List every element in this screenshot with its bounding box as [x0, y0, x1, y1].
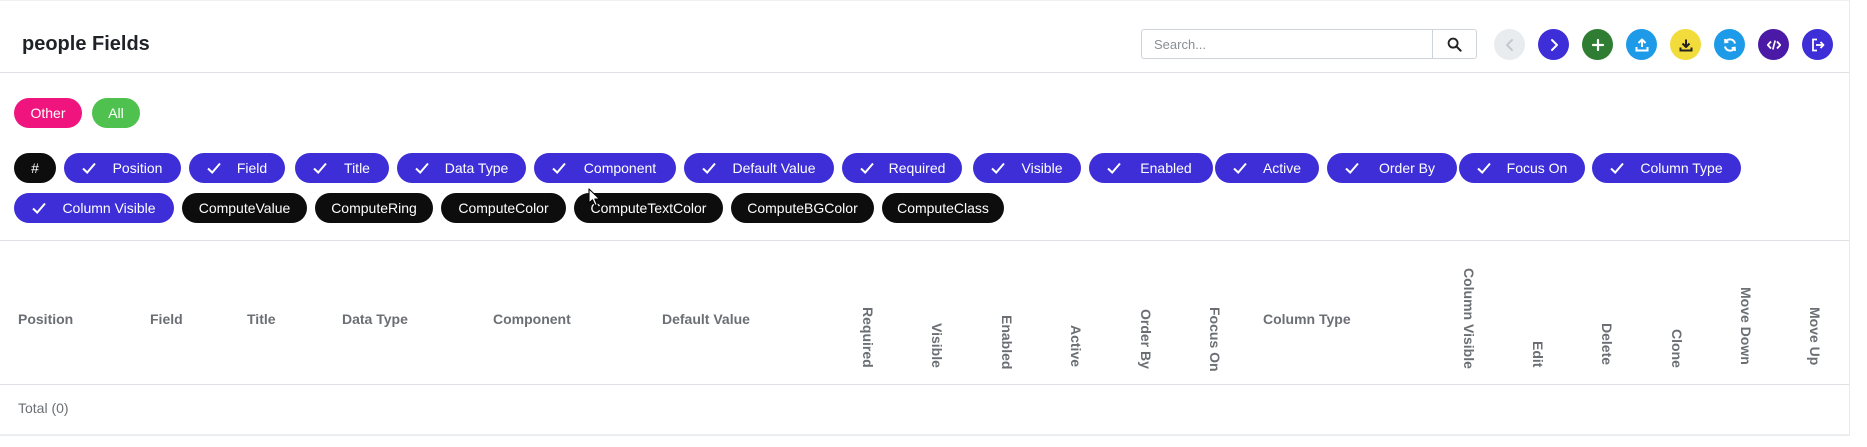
check-icon	[860, 162, 874, 174]
column-toggle-label: Column Visible	[62, 200, 156, 216]
search-button[interactable]	[1432, 29, 1477, 59]
column-toggle-label: Component	[583, 160, 657, 176]
column-header-visible[interactable]: Visible	[929, 323, 945, 368]
filter-other-button[interactable]: Other	[14, 98, 82, 128]
column-toggle-active[interactable]: Active	[1215, 153, 1319, 183]
column-toggle-compute-value[interactable]: ComputeValue	[182, 193, 307, 223]
column-toggle-focus-on[interactable]: Focus On	[1459, 153, 1585, 183]
column-header-move-down[interactable]: Move Down	[1738, 287, 1754, 365]
column-toggle-label: Required	[888, 160, 946, 176]
page-header: people Fields	[0, 0, 1849, 73]
plus-icon	[1591, 38, 1604, 51]
column-header-column-visible[interactable]: Column Visible	[1461, 268, 1477, 369]
column-header-position[interactable]: Position	[18, 311, 73, 327]
column-toggle-compute-class[interactable]: ComputeClass	[882, 193, 1004, 223]
code-icon	[1766, 39, 1781, 50]
search-icon	[1447, 37, 1462, 52]
check-icon	[1345, 162, 1359, 174]
column-toggle-data-type[interactable]: Data Type	[397, 153, 526, 183]
column-header-edit[interactable]: Edit	[1530, 341, 1546, 367]
column-toggle-label: Enabled	[1140, 160, 1192, 176]
column-toggle-compute-bg-color[interactable]: ComputeBGColor	[731, 193, 874, 223]
column-toggle-column-visible[interactable]: Column Visible	[14, 193, 174, 223]
column-toggle-hash[interactable]: #	[14, 153, 56, 183]
column-header-field[interactable]: Field	[150, 311, 183, 327]
check-icon	[1610, 162, 1624, 174]
upload-icon	[1635, 38, 1648, 51]
column-toggle-label: Position	[112, 160, 163, 176]
column-toggle-field[interactable]: Field	[189, 153, 285, 183]
column-toggle-label: Field	[236, 160, 268, 176]
column-toggle-label: Column Type	[1640, 160, 1723, 176]
page-title: people Fields	[22, 33, 150, 55]
column-header-required[interactable]: Required	[860, 307, 876, 368]
upload-button[interactable]	[1626, 29, 1657, 60]
column-toggle-label: Order By	[1378, 160, 1435, 176]
column-header-default-value[interactable]: Default Value	[662, 311, 750, 327]
column-toggle-label: Focus On	[1506, 160, 1568, 176]
column-toggle-required[interactable]: Required	[842, 153, 962, 183]
search-input[interactable]	[1141, 29, 1432, 59]
check-icon	[207, 162, 221, 174]
prev-button[interactable]	[1494, 29, 1525, 60]
column-header-focus-on[interactable]: Focus On	[1207, 307, 1223, 372]
column-toggle-title[interactable]: Title	[295, 153, 389, 183]
column-header-clone[interactable]: Clone	[1669, 329, 1685, 368]
chevron-right-icon	[1550, 38, 1558, 51]
chevron-left-icon	[1505, 38, 1513, 51]
column-header-move-up[interactable]: Move Up	[1807, 307, 1823, 365]
sign-out-icon	[1811, 38, 1824, 51]
mouse-cursor-icon	[588, 188, 601, 207]
check-icon	[552, 162, 566, 174]
column-header-enabled[interactable]: Enabled	[999, 315, 1015, 369]
column-toggle-label: Default Value	[732, 160, 816, 176]
next-button[interactable]	[1538, 29, 1569, 60]
check-icon	[1107, 162, 1121, 174]
check-icon	[1233, 162, 1247, 174]
search-group	[1141, 29, 1477, 59]
check-icon	[702, 162, 716, 174]
check-icon	[82, 162, 96, 174]
download-icon	[1679, 39, 1692, 51]
column-toggle-visible[interactable]: Visible	[973, 153, 1081, 183]
column-header-active[interactable]: Active	[1068, 325, 1084, 367]
column-toggle-label: Visible	[1021, 160, 1063, 176]
table-header-divider	[0, 384, 1849, 385]
column-toggle-label: Title	[344, 160, 370, 176]
table-footer-divider	[0, 434, 1849, 435]
code-button[interactable]	[1758, 29, 1789, 60]
check-icon	[32, 202, 46, 214]
column-toggle-enabled[interactable]: Enabled	[1089, 153, 1213, 183]
column-header-component[interactable]: Component	[493, 311, 571, 327]
column-header-title[interactable]: Title	[247, 311, 276, 327]
column-header-order-by[interactable]: Order By	[1138, 309, 1154, 369]
check-icon	[991, 162, 1005, 174]
column-toggle-label: Data Type	[444, 160, 509, 176]
refresh-icon	[1723, 37, 1736, 52]
column-header-data-type[interactable]: Data Type	[342, 311, 408, 327]
column-toggle-compute-color[interactable]: ComputeColor	[441, 193, 566, 223]
download-button[interactable]	[1670, 29, 1701, 60]
filter-all-button[interactable]: All	[92, 98, 140, 128]
logout-button[interactable]	[1802, 29, 1833, 60]
section-divider	[0, 240, 1849, 241]
total-count: Total (0)	[18, 400, 69, 416]
column-header-column-type[interactable]: Column Type	[1263, 311, 1351, 327]
column-toggle-compute-ring[interactable]: ComputeRing	[315, 193, 433, 223]
column-toggle-column-type[interactable]: Column Type	[1592, 153, 1741, 183]
refresh-button[interactable]	[1714, 29, 1745, 60]
column-toggle-order-by[interactable]: Order By	[1327, 153, 1457, 183]
check-icon	[415, 162, 429, 174]
column-toggle-position[interactable]: Position	[64, 153, 181, 183]
add-button[interactable]	[1582, 29, 1613, 60]
check-icon	[1477, 162, 1491, 174]
column-toggle-label: Active	[1262, 160, 1302, 176]
column-toggle-component[interactable]: Component	[534, 153, 676, 183]
column-toggle-default-value[interactable]: Default Value	[684, 153, 834, 183]
column-header-delete[interactable]: Delete	[1599, 323, 1615, 365]
check-icon	[313, 162, 327, 174]
